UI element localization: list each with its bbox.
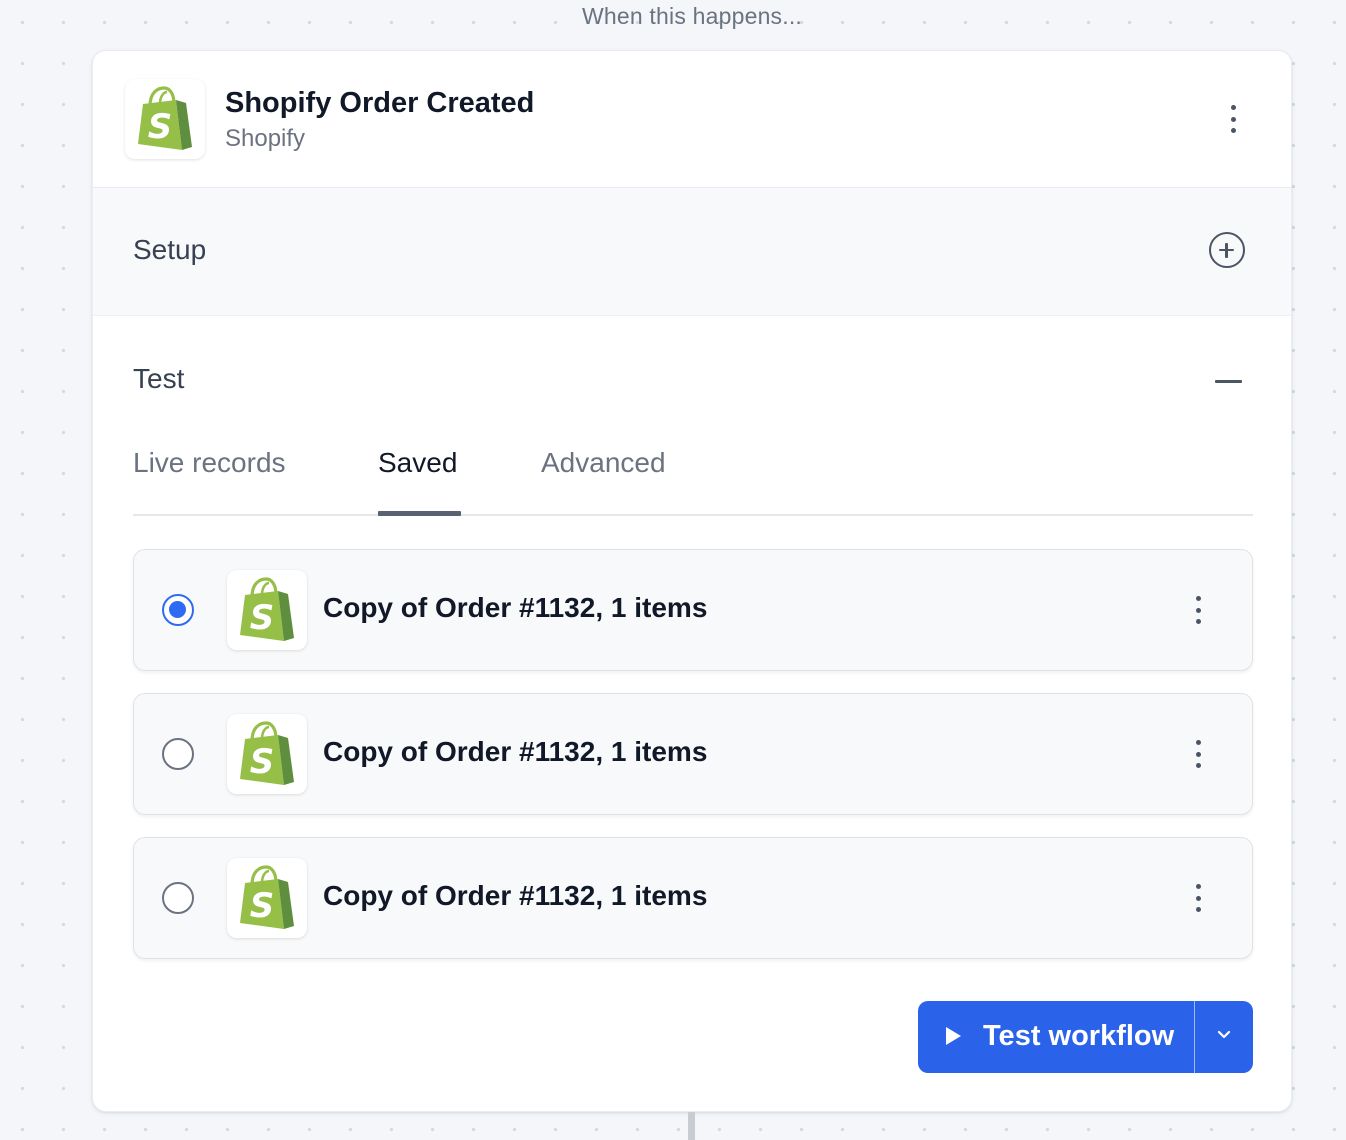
trigger-more-options-icon[interactable] <box>1221 101 1245 137</box>
saved-record-1[interactable]: S Copy of Order #1132, 1 items <box>133 549 1253 671</box>
chevron-down-icon <box>1217 1030 1231 1039</box>
minus-icon[interactable] <box>1213 367 1243 397</box>
shopify-logo-icon: S <box>125 79 205 159</box>
record-more-options-icon[interactable] <box>1186 592 1210 628</box>
saved-record-3[interactable]: S Copy of Order #1132, 1 items <box>133 837 1253 959</box>
setup-section[interactable]: Setup <box>93 188 1291 316</box>
workflow-canvas: When this happens... S Shopify Order Cre… <box>0 0 1346 1140</box>
record-more-options-icon[interactable] <box>1186 736 1210 772</box>
test-workflow-label: Test workflow <box>983 1020 1175 1052</box>
trigger-app-name: Shopify <box>225 125 306 152</box>
test-tabs: Live records Saved Advanced <box>133 441 1253 516</box>
saved-record-2[interactable]: S Copy of Order #1132, 1 items <box>133 693 1253 815</box>
record-label: Copy of Order #1132, 1 items <box>323 736 708 767</box>
record-more-options-icon[interactable] <box>1186 880 1210 916</box>
record-radio-selected[interactable] <box>162 594 194 626</box>
test-title: Test <box>133 363 185 394</box>
tab-live-records[interactable]: Live records <box>133 447 286 479</box>
plus-circle-icon[interactable] <box>1209 232 1245 268</box>
active-tab-indicator <box>378 511 461 516</box>
setup-title: Setup <box>133 234 207 265</box>
svg-text:S: S <box>250 886 275 926</box>
trigger-header[interactable]: S Shopify Order Created Shopify <box>93 51 1291 188</box>
tab-saved[interactable]: Saved <box>378 447 457 479</box>
tab-advanced[interactable]: Advanced <box>541 447 666 479</box>
shopify-logo-icon: S <box>227 858 307 938</box>
record-label: Copy of Order #1132, 1 items <box>323 880 708 911</box>
trigger-step-card: S Shopify Order Created Shopify Setup Te… <box>92 50 1292 1112</box>
svg-text:S: S <box>250 598 275 638</box>
svg-text:S: S <box>148 107 173 147</box>
test-workflow-dropdown-button[interactable] <box>1195 1001 1253 1073</box>
test-workflow-button-group: Test workflow <box>918 1001 1253 1073</box>
svg-text:S: S <box>250 742 275 782</box>
step-connector-line <box>688 1112 695 1140</box>
record-radio[interactable] <box>162 738 194 770</box>
trigger-title: Shopify Order Created <box>225 87 535 119</box>
play-icon <box>946 1027 961 1045</box>
test-workflow-button[interactable]: Test workflow <box>918 1001 1195 1073</box>
shopify-logo-icon: S <box>227 570 307 650</box>
shopify-logo-icon: S <box>227 714 307 794</box>
record-radio[interactable] <box>162 882 194 914</box>
step-caption: When this happens... <box>581 3 803 29</box>
record-label: Copy of Order #1132, 1 items <box>323 592 708 623</box>
